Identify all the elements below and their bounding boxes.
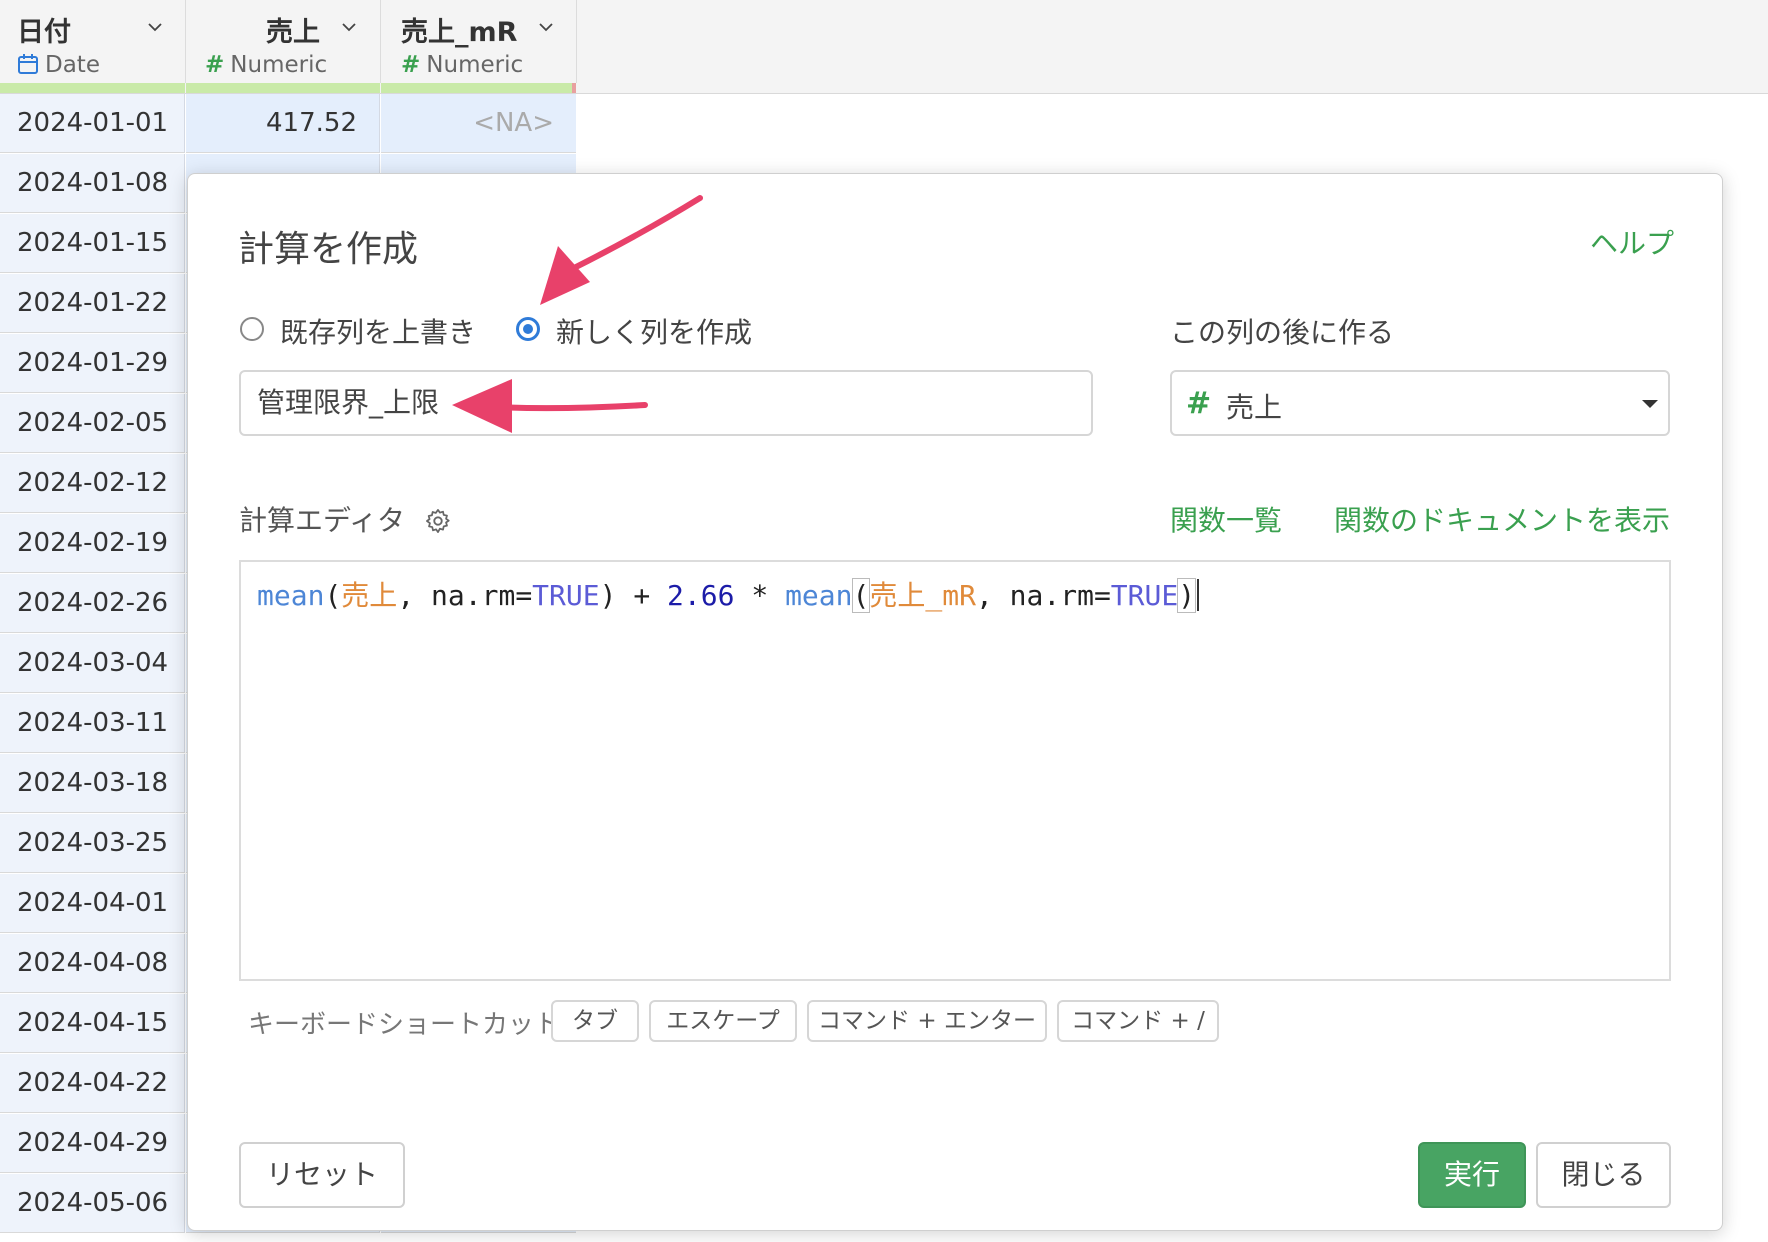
close-button[interactable]: 閉じる [1536, 1142, 1671, 1208]
numeric-hash-icon: # [1186, 386, 1212, 421]
cell-sales[interactable]: 417.52 [186, 94, 380, 153]
column-missing-bar [572, 83, 576, 93]
shortcut-tab: タブ [551, 1000, 639, 1042]
cell-date[interactable]: 2024-01-08 [0, 154, 185, 213]
code-function: mean [257, 579, 325, 612]
chevron-down-icon[interactable] [342, 20, 356, 34]
numeric-hash-icon: # [401, 52, 421, 78]
column-type-label: Date [45, 52, 100, 78]
radio-new-column-label[interactable]: 新しく列を作成 [556, 311, 752, 351]
shortcut-cmd-slash: コマンド + / [1057, 1000, 1219, 1042]
code-arg: , na.rm= [975, 579, 1111, 612]
editor-label: 計算エディタ [239, 499, 452, 539]
cell-date[interactable]: 2024-01-15 [0, 214, 185, 273]
cell-date[interactable]: 2024-05-06 [0, 1174, 185, 1233]
keyboard-shortcuts-label: キーボードショートカット: [248, 1010, 569, 1040]
radio-overwrite-label[interactable]: 既存列を上書き [280, 311, 476, 351]
caret-down-icon [1642, 400, 1658, 408]
column-header-date[interactable]: 日付 Date [0, 0, 186, 93]
code-line: mean(売上, na.rm=TRUE) + 2.66 * mean(売上_mR… [257, 574, 1200, 614]
help-link[interactable]: ヘルプ [1590, 222, 1674, 262]
cell-date[interactable]: 2024-02-26 [0, 574, 185, 633]
function-docs-link[interactable]: 関数のドキュメントを表示 [1334, 499, 1670, 539]
code-true: TRUE [532, 579, 600, 612]
cell-date[interactable]: 2024-04-22 [0, 1054, 185, 1113]
insert-after-value: 売上 [1226, 391, 1283, 424]
column-header-sales[interactable]: 売上 # Numeric [186, 0, 381, 93]
shortcut-cmd-enter: コマンド + エンター [807, 1000, 1047, 1042]
insert-after-label: この列の後に作る [1170, 316, 1395, 349]
cell-date[interactable]: 2024-04-08 [0, 934, 185, 993]
cell-date[interactable]: 2024-03-04 [0, 634, 185, 693]
column-type: Date [17, 52, 100, 78]
column-type: # Numeric [205, 52, 327, 78]
table-header: 日付 Date 売上 # Numeric 売上_mR # Numeric [0, 0, 1768, 94]
code-column: 売上_mR [869, 579, 976, 612]
table-row: 2024-01-01 417.52 <NA> [0, 94, 576, 154]
column-quality-bar [381, 83, 572, 93]
code-number: 2.66 [667, 579, 735, 612]
column-type-label: Numeric [426, 52, 524, 78]
cell-date[interactable]: 2024-03-11 [0, 694, 185, 753]
cell-date[interactable]: 2024-04-15 [0, 994, 185, 1053]
chevron-down-icon[interactable] [148, 20, 162, 34]
column-header-sales-mr[interactable]: 売上_mR # Numeric [381, 0, 577, 93]
text-cursor [1197, 579, 1200, 611]
run-button[interactable]: 実行 [1418, 1142, 1526, 1208]
create-calculation-dialog: 計算を作成 ヘルプ 既存列を上書き 新しく列を作成 管理限界_上限 この列の後に… [187, 173, 1723, 1231]
chevron-down-icon[interactable] [539, 20, 553, 34]
code-function: mean [785, 579, 853, 612]
code-arg: , na.rm= [397, 579, 533, 612]
calculation-editor[interactable]: mean(売上, na.rm=TRUE) + 2.66 * mean(売上_mR… [239, 560, 1671, 981]
cell-date[interactable]: 2024-03-25 [0, 814, 185, 873]
code-operator: + [616, 579, 668, 612]
column-quality-bar [186, 83, 380, 93]
functions-list-link[interactable]: 関数一覧 [1170, 499, 1282, 539]
cell-date[interactable]: 2024-04-01 [0, 874, 185, 933]
code-true: TRUE [1110, 579, 1179, 612]
code-operator: * [734, 579, 786, 612]
cell-date[interactable]: 2024-01-22 [0, 274, 185, 333]
column-name: 売上_mR [401, 17, 518, 48]
cell-date[interactable]: 2024-01-01 [0, 94, 185, 153]
calendar-icon [18, 54, 38, 74]
column-name: 日付 [17, 17, 71, 48]
new-column-name-input[interactable]: 管理限界_上限 [239, 370, 1093, 436]
radio-new-column[interactable] [516, 317, 540, 341]
radio-overwrite[interactable] [240, 317, 264, 341]
cell-sales-mr[interactable]: <NA> [381, 94, 576, 153]
column-type-label: Numeric [230, 52, 328, 78]
cell-date[interactable]: 2024-03-18 [0, 754, 185, 813]
editor-label-text: 計算エディタ [239, 504, 406, 537]
cell-date[interactable]: 2024-02-05 [0, 394, 185, 453]
gear-icon[interactable] [424, 507, 452, 535]
cell-date[interactable]: 2024-04-29 [0, 1114, 185, 1173]
dialog-title: 計算を作成 [238, 229, 419, 270]
cell-date[interactable]: 2024-01-29 [0, 334, 185, 393]
cell-date[interactable]: 2024-02-12 [0, 454, 185, 513]
cell-date[interactable]: 2024-02-19 [0, 514, 185, 573]
column-name: 売上 [266, 17, 320, 48]
numeric-hash-icon: # [205, 52, 225, 78]
insert-after-select[interactable]: # 売上 [1170, 370, 1670, 436]
column-type: # Numeric [401, 52, 523, 78]
shortcut-escape: エスケープ [649, 1000, 797, 1042]
column-quality-bar [0, 83, 185, 93]
code-column: 売上 [341, 579, 398, 612]
reset-button[interactable]: リセット [239, 1142, 405, 1208]
